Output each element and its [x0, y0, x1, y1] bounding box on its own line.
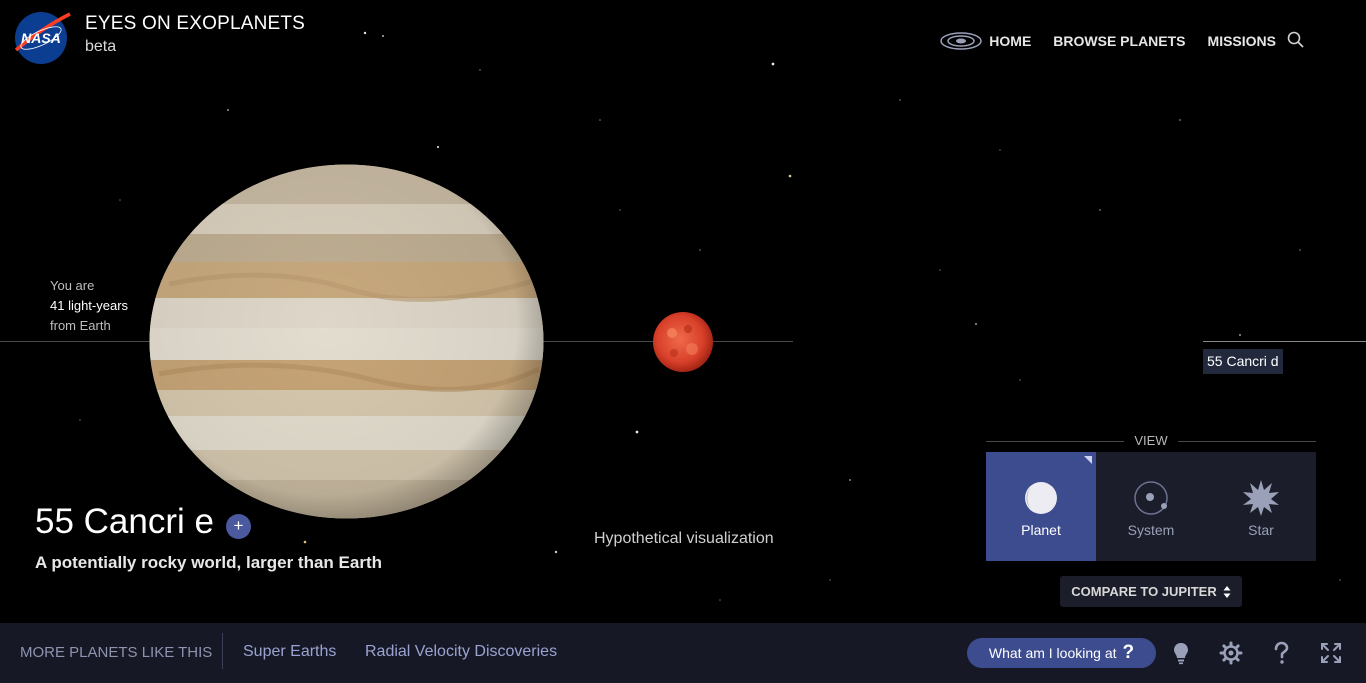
distance-prefix: You are [50, 278, 95, 293]
orbit-line-right [1203, 341, 1366, 342]
question-icon: ? [1122, 642, 1135, 663]
corner-indicator [1084, 456, 1092, 464]
nasa-logo[interactable]: NASA [12, 10, 72, 66]
compare-dropdown[interactable]: COMPARE TO JUPITER [1060, 576, 1242, 607]
view-heading: VIEW [986, 432, 1316, 450]
distance-value: 41 light-years [50, 298, 129, 313]
app-title: EYES ON EXOPLANETS [85, 13, 306, 34]
galaxy-icon[interactable] [939, 29, 983, 53]
view-option-label: Planet [1021, 522, 1061, 538]
neighbor-planet-label[interactable]: 55 Cancri d [1203, 349, 1283, 374]
help-button-label: What am I looking at [988, 645, 1117, 661]
view-option-label: Star [1248, 522, 1274, 538]
view-selector: Planet System Star [986, 452, 1316, 561]
help-icon[interactable] [1269, 641, 1293, 665]
planet-description: A potentially rocky world, larger than E… [35, 553, 382, 572]
host-star[interactable] [652, 311, 714, 373]
tag-radial-velocity[interactable]: Radial Velocity Discoveries [365, 643, 557, 661]
divider [222, 633, 223, 669]
settings-icon[interactable] [1219, 641, 1243, 665]
distance-suffix: from Earth [50, 318, 111, 333]
view-title: VIEW [1134, 433, 1168, 448]
add-planet-button[interactable]: + [226, 514, 251, 539]
bottom-bar: MORE PLANETS LIKE THIS Super Earths Radi… [0, 623, 1366, 683]
planet-55-cancri-e[interactable] [149, 164, 544, 519]
planet-title: 55 Cancri e [35, 502, 214, 541]
planet-icon [1025, 482, 1057, 514]
more-planets-label: MORE PLANETS LIKE THIS [20, 644, 213, 661]
lightbulb-icon[interactable] [1169, 641, 1193, 665]
view-option-star[interactable]: Star [1206, 452, 1316, 561]
tag-super-earths[interactable]: Super Earths [243, 643, 336, 661]
search-icon[interactable] [1286, 30, 1306, 50]
nasa-logo-text: NASA [21, 30, 61, 46]
nav-home[interactable]: HOME [989, 33, 1031, 49]
main-nav: HOME BROWSE PLANETS MISSIONS [939, 29, 1276, 53]
fullscreen-icon[interactable] [1319, 641, 1343, 665]
sort-arrows-icon [1223, 585, 1231, 598]
nav-missions[interactable]: MISSIONS [1208, 33, 1276, 49]
app-subtitle: beta [85, 38, 117, 55]
view-option-planet[interactable]: Planet [986, 452, 1096, 561]
nav-browse-planets[interactable]: BROWSE PLANETS [1053, 33, 1185, 49]
star-icon [1243, 480, 1279, 516]
system-icon [1134, 481, 1168, 515]
visualization-note: Hypothetical visualization [594, 530, 774, 547]
view-option-system[interactable]: System [1096, 452, 1206, 561]
distance-readout: You are 41 light-years from Earth [50, 276, 128, 336]
view-option-label: System [1127, 522, 1175, 538]
compare-label: COMPARE TO JUPITER [1071, 584, 1217, 599]
what-am-i-looking-at-button[interactable]: What am I looking at ? [967, 638, 1156, 668]
